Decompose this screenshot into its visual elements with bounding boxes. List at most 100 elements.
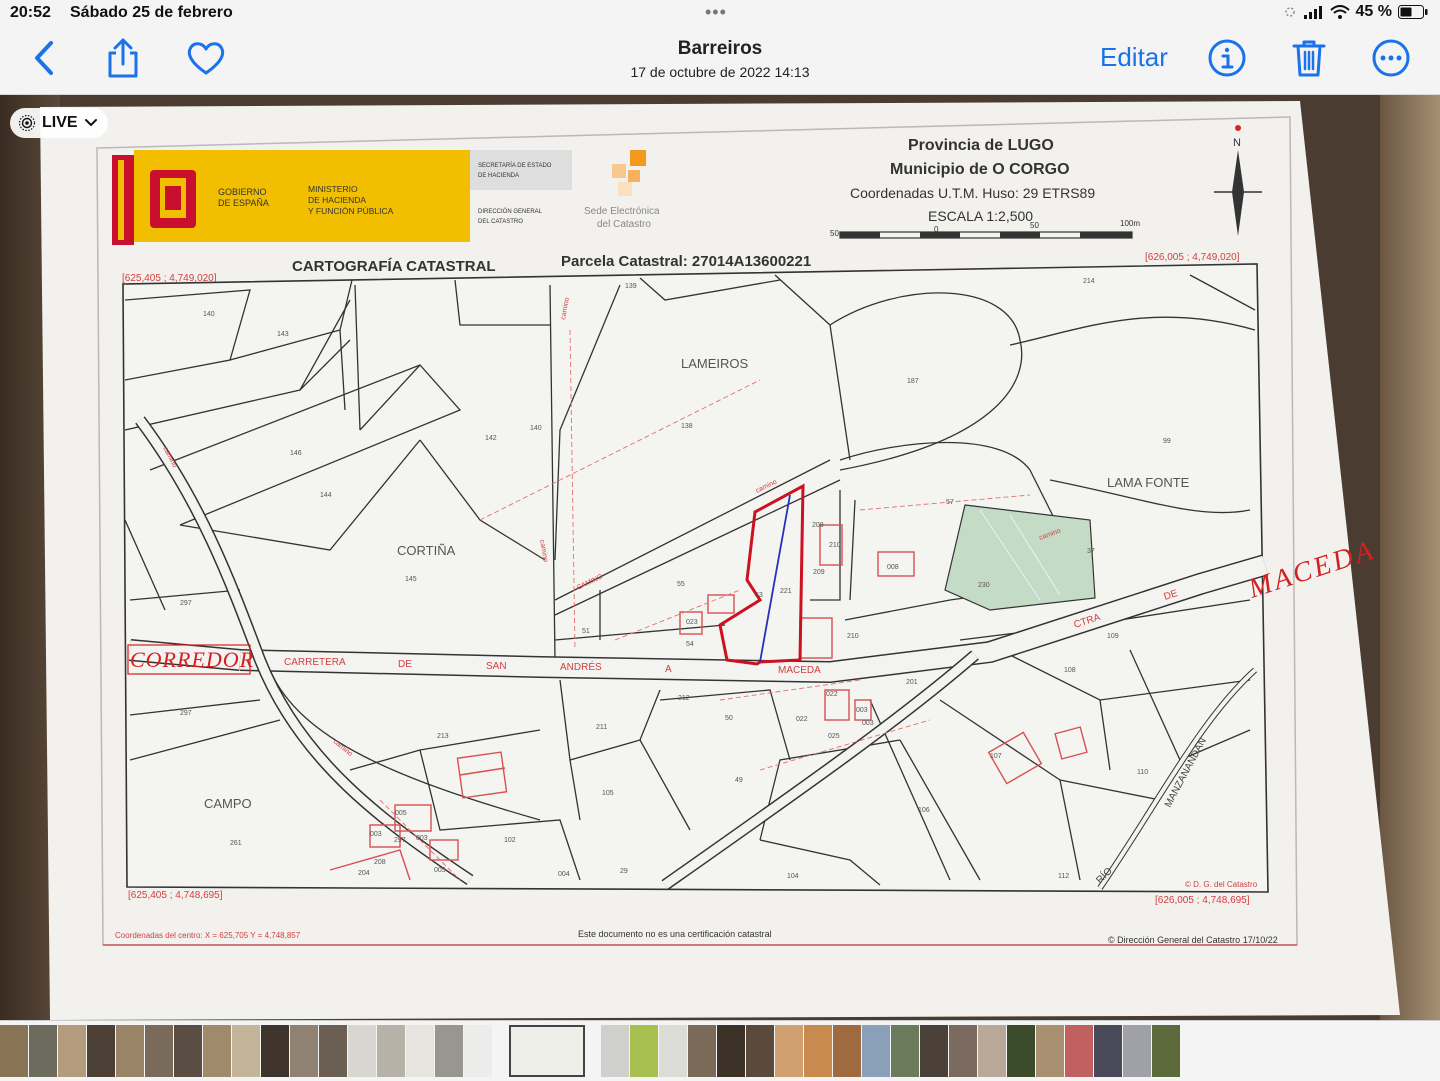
edit-button[interactable]: Editar bbox=[1100, 42, 1168, 73]
photo-thumbnail[interactable] bbox=[920, 1025, 948, 1077]
provincia-label: Provincia de LUGO bbox=[908, 137, 1054, 154]
photo-thumbnail[interactable] bbox=[688, 1025, 716, 1077]
parcel-number: 025 bbox=[828, 733, 840, 740]
photo-thumbnail[interactable] bbox=[659, 1025, 687, 1077]
photo-thumbnail[interactable] bbox=[464, 1025, 492, 1077]
photo-thumbnail[interactable] bbox=[435, 1025, 463, 1077]
live-photo-icon bbox=[18, 114, 36, 132]
road-word: A bbox=[665, 664, 672, 675]
back-chevron-icon[interactable] bbox=[20, 34, 68, 82]
photo-thumbnail[interactable] bbox=[174, 1025, 202, 1077]
photo-thumbnail[interactable] bbox=[261, 1025, 289, 1077]
photo-thumbnail[interactable] bbox=[0, 1025, 28, 1077]
parcel-number: 110 bbox=[1137, 769, 1148, 776]
photo-thumbnail[interactable] bbox=[775, 1025, 803, 1077]
gov-line2: DE ESPAÑA bbox=[218, 198, 269, 208]
parcel-number: 005 bbox=[395, 810, 407, 817]
photo-thumbnail[interactable] bbox=[833, 1025, 861, 1077]
photo-thumbnail[interactable] bbox=[232, 1025, 260, 1077]
photo-thumbnail[interactable] bbox=[58, 1025, 86, 1077]
parcel-number: 297 bbox=[394, 837, 406, 844]
parcel-number: 139 bbox=[625, 283, 637, 290]
photo-thumbnail[interactable] bbox=[804, 1025, 832, 1077]
wifi-icon bbox=[1329, 5, 1350, 19]
photo-thumbnail[interactable] bbox=[1036, 1025, 1064, 1077]
parcel-number: 201 bbox=[906, 679, 918, 686]
footer-no-certification: Este documento no es una certificación c… bbox=[578, 929, 772, 939]
photo-thumbnail[interactable] bbox=[87, 1025, 115, 1077]
photo-viewer[interactable]: GOBIERNO DE ESPAÑA MINISTERIO DE HACIEND… bbox=[0, 95, 1440, 1020]
direccion-line2: DEL CATASTRO bbox=[478, 219, 523, 225]
parcel-number: 210 bbox=[847, 633, 859, 640]
more-icon[interactable] bbox=[1367, 34, 1415, 82]
catastral-document-photo: GOBIERNO DE ESPAÑA MINISTERIO DE HACIEND… bbox=[40, 101, 1400, 1020]
crop-field bbox=[944, 504, 1096, 611]
photo-thumbnail[interactable] bbox=[1152, 1025, 1180, 1077]
sede-line1: Sede Electrónica bbox=[584, 206, 660, 217]
photo-thumbnail[interactable] bbox=[377, 1025, 405, 1077]
place-cortina: CORTIÑA bbox=[397, 543, 456, 558]
orientation-lock-icon bbox=[1284, 7, 1295, 17]
parcel-number: 108 bbox=[1064, 667, 1076, 674]
photo-thumbnail[interactable] bbox=[1065, 1025, 1093, 1077]
status-right: 45 % bbox=[1282, 3, 1428, 21]
photo-thumbnail[interactable] bbox=[1123, 1025, 1151, 1077]
share-icon[interactable] bbox=[99, 34, 147, 82]
parcel-number: 50 bbox=[725, 715, 733, 722]
parcel-number: 230 bbox=[978, 582, 990, 589]
photo-thumbnail[interactable] bbox=[891, 1025, 919, 1077]
photo-thumbnail[interactable] bbox=[319, 1025, 347, 1077]
parcel-number: 55 bbox=[677, 581, 685, 588]
heart-icon[interactable] bbox=[182, 34, 230, 82]
status-date: Sábado 25 de febrero bbox=[70, 4, 233, 21]
parcel-number: 208 bbox=[374, 859, 386, 866]
parcel-number: 003 bbox=[370, 831, 382, 838]
photo-thumbnail[interactable] bbox=[717, 1025, 745, 1077]
coord-bottom-left: [625,405 ; 4,748,695] bbox=[128, 890, 223, 901]
parcel-number: 022 bbox=[826, 691, 838, 698]
photo-thumbnail[interactable] bbox=[29, 1025, 57, 1077]
parcel-number: 187 bbox=[907, 378, 919, 385]
handwritten-corredor: CORREDOR bbox=[130, 647, 254, 672]
photo-thumbnail[interactable] bbox=[1094, 1025, 1122, 1077]
photo-thumbnail[interactable] bbox=[862, 1025, 890, 1077]
photo-thumbnail[interactable] bbox=[145, 1025, 173, 1077]
photo-thumbnail[interactable] bbox=[203, 1025, 231, 1077]
photo-thumbnail[interactable] bbox=[1007, 1025, 1035, 1077]
info-icon[interactable] bbox=[1203, 34, 1251, 82]
scale-tick-zero: 0 bbox=[934, 225, 939, 234]
parcel-number: 261 bbox=[230, 840, 242, 847]
parcel-number: 023 bbox=[686, 619, 698, 626]
photo-thumbnail[interactable] bbox=[630, 1025, 658, 1077]
coord-top-right: [626,005 ; 4,749,020] bbox=[1145, 252, 1240, 263]
parcel-number: 53 bbox=[755, 592, 763, 599]
parcel-number: 107 bbox=[990, 753, 1002, 760]
parcel-number: 112 bbox=[1058, 873, 1069, 880]
photo-title: Barreiros bbox=[677, 38, 763, 59]
live-photo-button[interactable]: LIVE bbox=[10, 108, 108, 138]
scale-tick-fifty: 50 bbox=[1030, 221, 1039, 230]
parcel-number: 213 bbox=[437, 733, 449, 740]
thumbnail-filmstrip[interactable] bbox=[0, 1020, 1440, 1081]
photo-thumbnail[interactable] bbox=[348, 1025, 376, 1077]
coord-bottom-right: [626,005 ; 4,748,695] bbox=[1155, 895, 1250, 906]
photo-thumbnail[interactable] bbox=[601, 1025, 629, 1077]
photo-thumbnail-selected[interactable] bbox=[509, 1025, 585, 1077]
photo-thumbnail[interactable] bbox=[116, 1025, 144, 1077]
parcel-number: 142 bbox=[485, 435, 497, 442]
road-word: MACEDA bbox=[778, 665, 821, 676]
parcel-number: 003 bbox=[416, 835, 428, 842]
photo-thumbnail[interactable] bbox=[978, 1025, 1006, 1077]
photo-thumbnail[interactable] bbox=[406, 1025, 434, 1077]
road-word: DE bbox=[398, 659, 412, 670]
municipio-label: Municipio de O CORGO bbox=[890, 161, 1070, 178]
parcel-number: 109 bbox=[1107, 633, 1119, 640]
parcel-number: 144 bbox=[320, 492, 332, 499]
photo-thumbnail[interactable] bbox=[949, 1025, 977, 1077]
photo-thumbnail[interactable] bbox=[290, 1025, 318, 1077]
trash-icon[interactable] bbox=[1285, 34, 1333, 82]
photo-thumbnail[interactable] bbox=[746, 1025, 774, 1077]
parcel-number: 140 bbox=[530, 425, 542, 432]
parcel-number: 138 bbox=[681, 423, 693, 430]
multitasking-dots-icon[interactable]: ••• bbox=[705, 2, 727, 23]
